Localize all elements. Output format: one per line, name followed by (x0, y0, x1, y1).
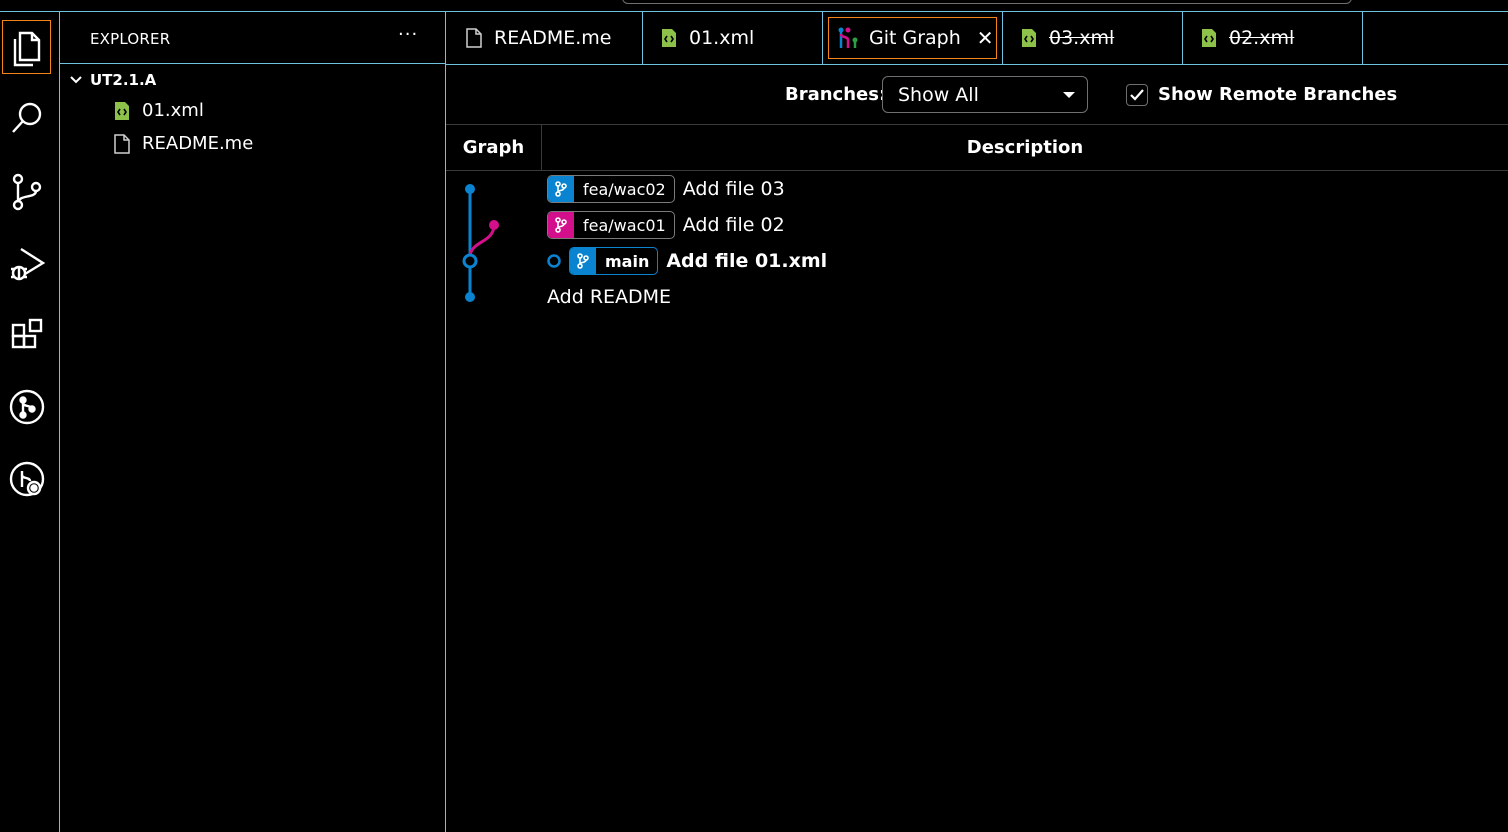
tree-item-readme[interactable]: README.me (114, 133, 253, 154)
source-control-icon (12, 173, 41, 211)
tree-item-label: README.me (142, 133, 254, 154)
commit-message: Add README (547, 286, 672, 308)
tab-03-xml[interactable]: 03.xml (1003, 12, 1183, 64)
branches-dropdown[interactable]: Show All (882, 76, 1088, 113)
commit-node[interactable] (465, 184, 475, 194)
branch-icon (577, 253, 589, 269)
branch-name: main (605, 251, 650, 271)
commit-node[interactable] (465, 292, 475, 302)
more-actions-button[interactable]: ··· (398, 24, 418, 45)
tab-active-outline: Git Graph ✕ (828, 17, 997, 59)
extensions-icon (11, 318, 42, 349)
xml-file-icon (1202, 29, 1216, 47)
commit-row[interactable]: fea/wac02 Add file 03 (547, 172, 785, 206)
branches-label: Branches: (785, 84, 887, 105)
show-remote-label[interactable]: Show Remote Branches (1158, 84, 1397, 105)
branch-ref[interactable]: fea/wac02 (547, 175, 675, 203)
commit-node[interactable] (489, 220, 499, 230)
branch-name: fea/wac02 (583, 179, 666, 199)
file-icon (114, 133, 130, 154)
run-debug-icon (10, 247, 45, 281)
commit-table-header: Graph Description (446, 125, 1508, 171)
search-icon (11, 102, 41, 133)
tab-readme[interactable]: README.me (446, 12, 643, 64)
column-description[interactable]: Description (542, 125, 1508, 170)
editor-tabs: README.me 01.xml Git Graph ✕ 03.xml 02.x… (446, 12, 1508, 65)
commit-message: Add file 01.xml (666, 250, 828, 272)
tab-git-graph[interactable]: Git Graph ✕ (823, 12, 1003, 64)
tree-item-01-xml[interactable]: 01.xml (114, 100, 204, 121)
tab-label: Git Graph (869, 27, 961, 49)
explorer-sidebar: EXPLORER ··· UT2.1.A 01.xml README.me (60, 12, 446, 832)
git-remote-icon (9, 461, 44, 497)
sidebar-header: EXPLORER ··· (60, 12, 445, 64)
head-indicator-icon (547, 254, 561, 268)
commit-graph (462, 184, 499, 302)
commit-row[interactable]: fea/wac01 Add file 02 (547, 208, 785, 242)
tab-label: README.me (494, 27, 612, 49)
title-bar (0, 0, 1508, 11)
activity-git-graph[interactable] (2, 380, 51, 434)
tree-item-label: 01.xml (142, 100, 204, 121)
xml-file-icon (115, 101, 129, 120)
commit-row[interactable]: Add README (547, 280, 671, 314)
close-icon[interactable]: ✕ (977, 26, 994, 50)
column-graph[interactable]: Graph (446, 125, 542, 170)
commit-node-head[interactable] (462, 253, 478, 269)
branch-icon (555, 217, 567, 233)
sidebar-title: EXPLORER (90, 30, 171, 48)
command-center[interactable] (622, 0, 1352, 4)
activity-run-debug[interactable] (2, 236, 51, 290)
tab-01-xml[interactable]: 01.xml (643, 12, 823, 64)
folder-root[interactable]: UT2.1.A (68, 71, 156, 89)
activity-explorer[interactable] (2, 20, 51, 74)
chevron-down-icon (70, 76, 82, 84)
activity-extensions[interactable] (2, 308, 51, 362)
show-remote-checkbox[interactable] (1126, 84, 1148, 106)
tab-label: 02.xml (1229, 27, 1295, 49)
tab-02-xml[interactable]: 02.xml (1183, 12, 1363, 64)
git-graph-controls: Branches: Show All Show Remote Branches (446, 65, 1508, 125)
branch-ref[interactable]: main (569, 247, 659, 275)
commit-message: Add file 02 (682, 214, 785, 236)
git-graph-icon (9, 389, 44, 425)
files-icon (13, 31, 40, 67)
activity-git-remote[interactable] (2, 452, 51, 506)
branch-icon (555, 181, 567, 197)
tab-label: 03.xml (1049, 27, 1115, 49)
tab-label: 01.xml (689, 27, 755, 49)
commit-message: Add file 03 (682, 178, 785, 200)
branch-name: fea/wac01 (583, 215, 666, 235)
branch-ref[interactable]: fea/wac01 (547, 211, 675, 239)
branch-line-fea-wac01 (468, 224, 496, 258)
activity-search[interactable] (2, 92, 51, 146)
chevron-down-icon (1063, 92, 1075, 98)
folder-name: UT2.1.A (90, 71, 157, 89)
commit-row-head[interactable]: main Add file 01.xml (546, 244, 827, 278)
activity-source-control[interactable] (2, 164, 51, 218)
git-graph-icon (838, 27, 858, 48)
activity-bar (0, 12, 60, 832)
file-icon (466, 28, 482, 48)
xml-file-icon (1022, 29, 1036, 47)
checkmark-icon (1130, 89, 1144, 101)
branches-dropdown-value: Show All (898, 83, 979, 106)
xml-file-icon (662, 29, 676, 47)
